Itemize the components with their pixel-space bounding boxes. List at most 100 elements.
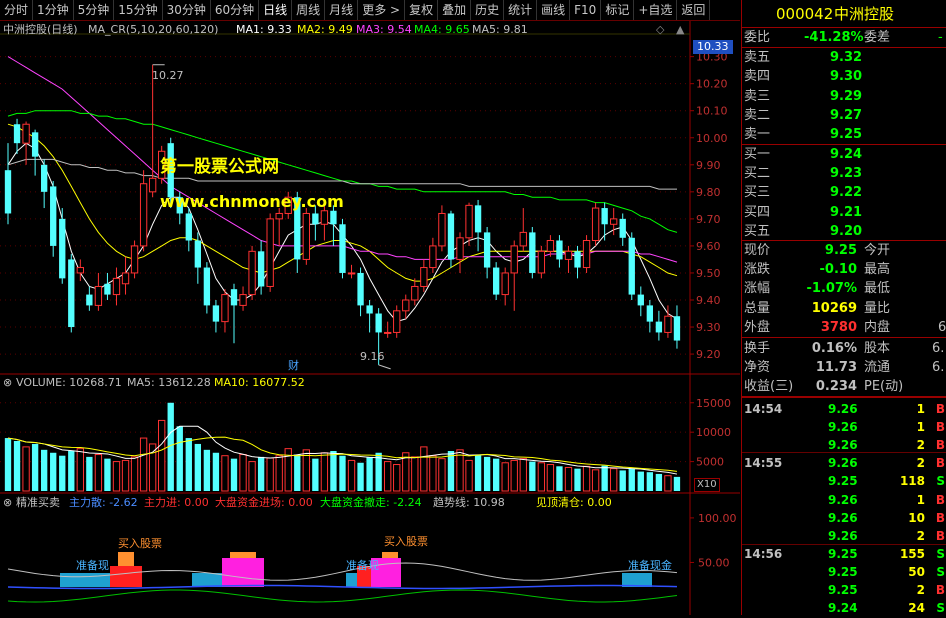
indicator-name: MA_CR(5,10,20,60,120) — [88, 23, 219, 36]
stat-row: 现价 9.25 今开 — [742, 241, 946, 260]
volume-bar-up — [347, 459, 356, 492]
candle-body-down — [646, 305, 654, 322]
tick-price: 9.25 — [828, 474, 858, 489]
tick-vol: 50 — [908, 564, 925, 579]
ma-line-ma4 — [7, 110, 678, 233]
candle-body-down — [203, 267, 211, 306]
toolbar-item-9[interactable]: 更多 > — [358, 0, 406, 20]
kline-chart-svg[interactable]: 10.3010.2010.1010.009.909.809.709.609.50… — [0, 21, 740, 615]
stat2-row: 收益(三) 0.234 PE(动) — [742, 377, 946, 396]
candle-body-up — [456, 237, 464, 260]
candle-body-up — [112, 277, 121, 296]
signal-block — [222, 558, 264, 587]
toolbar-item-18[interactable]: 返回 — [677, 0, 711, 20]
volume-bar-down — [601, 465, 608, 491]
stat-v1: 9.25 — [824, 243, 857, 258]
toolbar-item-2[interactable]: 5分钟 — [74, 0, 115, 20]
price-axis-label: 9.60 — [696, 240, 721, 253]
volume-unit: X10 — [694, 478, 720, 492]
candle-body-up — [402, 299, 410, 312]
candle-body-down — [31, 132, 39, 157]
volume-bar-up — [546, 464, 555, 492]
watermark-url: www.chnmoney.com — [160, 192, 344, 211]
chart-up-arrow-icon[interactable]: ▲ — [676, 23, 684, 37]
candle-body-down — [339, 224, 346, 273]
volume-axis-label: 15000 — [696, 397, 731, 410]
candle-body-down — [637, 294, 644, 306]
stat-l1: 总量 — [744, 300, 771, 316]
toolbar-item-12[interactable]: 历史 — [471, 0, 505, 20]
stock-name-label: 中洲控股(日线) — [3, 23, 78, 36]
ask-label: 卖一 — [744, 127, 771, 143]
candle-body-up — [510, 245, 518, 274]
finance-report-marker[interactable]: 财 — [288, 359, 299, 373]
volume-bar-down — [68, 451, 75, 491]
signal-block — [382, 552, 398, 558]
toolbar-item-1[interactable]: 1分钟 — [33, 0, 74, 20]
tick-price: 9.26 — [828, 402, 858, 416]
candle-body-down — [619, 218, 626, 238]
volume-bar-up — [564, 466, 573, 492]
toolbar-item-15[interactable]: F10 — [570, 0, 602, 20]
tick-price: 9.24 — [828, 601, 858, 616]
stat-l2: 最高 — [864, 262, 891, 278]
toolbar-item-16[interactable]: 标记 — [601, 0, 635, 20]
tick-row: 9.25 118 S — [742, 472, 946, 490]
bid-label: 买四 — [744, 204, 771, 220]
candle-body-down — [68, 259, 75, 328]
volume-bar-up — [664, 475, 672, 492]
toolbar-item-17[interactable]: +自选 — [634, 0, 678, 20]
volume-bar-down — [212, 452, 220, 491]
volume-bar-down — [474, 454, 482, 491]
volume-bar-down — [574, 468, 581, 491]
tick-bs: S — [936, 601, 945, 616]
candle-body-down — [492, 267, 500, 295]
toolbar-item-6[interactable]: 日线 — [259, 0, 293, 20]
toolbar-item-4[interactable]: 30分钟 — [163, 0, 211, 20]
signal-collapse-icon[interactable]: ⊗ — [3, 496, 12, 510]
qushi-value: 趋势线: 10.98 — [433, 496, 505, 509]
toolbar-item-14[interactable]: 画线 — [537, 0, 571, 20]
candle-body-down — [357, 272, 364, 306]
volume-bar-up — [139, 437, 148, 492]
stock-title: 000042 中洲控股 — [742, 3, 946, 25]
toolbar-item-5[interactable]: 60分钟 — [211, 0, 260, 20]
volume-bar-down — [447, 451, 455, 491]
toolbar-item-10[interactable]: 复权 — [405, 0, 439, 20]
volume-bar-up — [610, 468, 618, 492]
toolbar-item-0[interactable]: 分时 — [0, 0, 34, 20]
volume-collapse-icon[interactable]: ⊗ — [3, 376, 12, 390]
volume-bar-down — [185, 438, 192, 491]
toolbar-item-11[interactable]: 叠加 — [438, 0, 472, 20]
volume-bar-down — [31, 443, 39, 491]
tick-time: 14:55 — [744, 456, 783, 471]
volume-bar-down — [646, 472, 654, 491]
tick-price: 9.25 — [828, 583, 858, 597]
price-axis-label: 9.40 — [696, 294, 721, 307]
signal-axis-label: 100.00 — [698, 512, 737, 525]
chart-area[interactable]: 10.30 10.20 10.10 10.00 9.90 9.80 9.70 9.60 9.50… — [0, 21, 740, 615]
bid-row: 买五 9.20 — [742, 222, 946, 241]
candle-body-down — [257, 251, 265, 287]
chart-settings-icon[interactable]: ◇ — [656, 23, 664, 37]
stat-l1: 现价 — [744, 243, 771, 258]
volume-bar-up — [537, 462, 546, 492]
volume-bar-down — [4, 438, 12, 491]
tick-bs: B — [935, 420, 945, 435]
stat2-row: 净资 11.73 流通 6. — [742, 358, 946, 377]
toolbar-item-8[interactable]: 月线 — [325, 0, 359, 20]
candle-body-down — [655, 321, 663, 333]
candle-body-down — [40, 164, 48, 192]
stat2-v2: 6. — [932, 341, 945, 356]
toolbar-item-13[interactable]: 统计 — [504, 0, 538, 20]
price-axis-label: 9.90 — [696, 159, 721, 172]
stat-v1: -0.10 — [819, 262, 857, 278]
toolbar-item-3[interactable]: 15分钟 — [114, 0, 163, 20]
toolbar-item-7[interactable]: 周线 — [292, 0, 326, 20]
bid-label: 买五 — [744, 223, 771, 239]
volume-bar-up — [248, 461, 256, 492]
signal-block — [118, 552, 134, 566]
candle-body-up — [302, 212, 310, 260]
stat-l1: 涨跌 — [744, 262, 771, 278]
candle-body-down — [86, 294, 93, 306]
